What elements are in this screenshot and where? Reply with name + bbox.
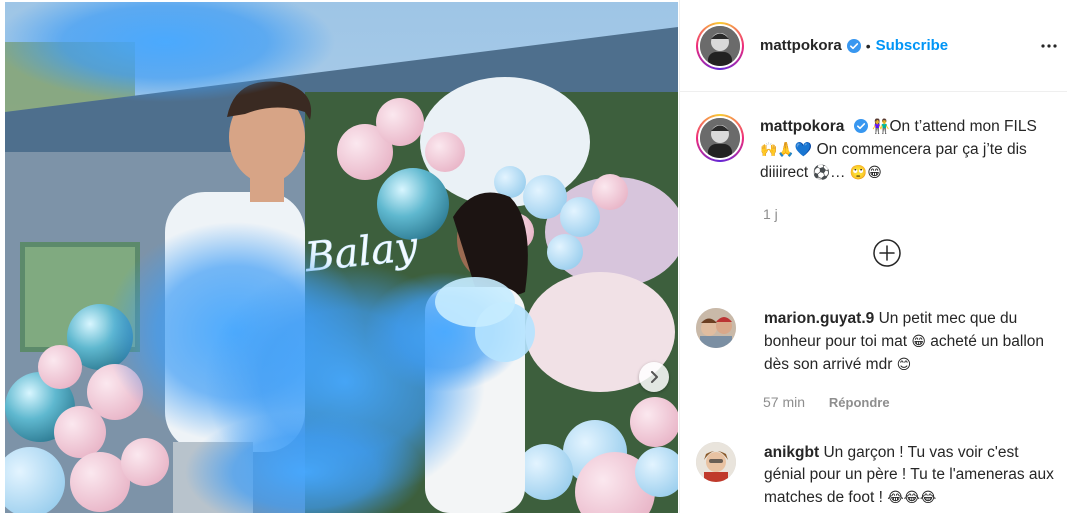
- post-header: mattpokora • Subscribe: [680, 0, 1067, 92]
- comment-emoji-grin: 😁: [911, 333, 926, 349]
- commenter-avatar[interactable]: [696, 442, 736, 482]
- post-photo: Balay: [5, 2, 678, 513]
- post-sidebar: mattpokora • Subscribe mattpokora 👫On t’…: [679, 0, 1067, 513]
- instagram-post-view: Balay mattpokora • Subscribe mattpokora …: [0, 0, 1067, 513]
- caption-emoji-couple: 👫: [872, 118, 890, 134]
- comment-text: anikgbt Un garçon ! Tu vas voir c'est gé…: [764, 442, 1064, 509]
- plus-circle-icon[interactable]: [872, 238, 902, 268]
- reply-button[interactable]: Répondre: [829, 395, 890, 410]
- caption-username[interactable]: mattpokora: [760, 118, 844, 135]
- post-caption: mattpokora 👫On t’attend mon FILS 🙌🙏💙 On …: [680, 92, 1067, 307]
- chevron-right-icon: [651, 371, 658, 383]
- author-username[interactable]: mattpokora: [760, 37, 842, 54]
- caption-emoji-ball: ⚽: [812, 164, 830, 180]
- author-avatar[interactable]: [696, 21, 744, 70]
- post-timestamp[interactable]: 1 j: [763, 206, 778, 222]
- avatar-photo: [696, 308, 736, 348]
- comment-timestamp[interactable]: 57 min: [763, 394, 805, 410]
- comment-meta: 57 min Répondre: [763, 394, 890, 410]
- comment-emoji-laugh: 😂😂😂: [887, 489, 937, 505]
- post-image[interactable]: Balay: [5, 2, 678, 513]
- caption-emoji-hands: 🙌🙏💙: [760, 141, 813, 157]
- caption-author-avatar[interactable]: [696, 114, 744, 162]
- caption-text-part-1: On t’attend mon FILS: [889, 118, 1037, 135]
- next-image-button[interactable]: [639, 362, 669, 392]
- commenter-username[interactable]: anikgbt: [764, 444, 819, 461]
- comment-item: marion.guyat.9 Un petit mec que du bonhe…: [696, 308, 1064, 376]
- avatar-photo: [700, 25, 740, 66]
- commenter-avatar[interactable]: [696, 308, 736, 348]
- avatar-photo: [700, 118, 740, 158]
- verified-badge-icon: [846, 38, 861, 53]
- caption-text-part-3: …: [829, 164, 846, 181]
- caption-text: mattpokora 👫On t’attend mon FILS 🙌🙏💙 On …: [760, 115, 1050, 184]
- commenter-username[interactable]: marion.guyat.9: [764, 310, 874, 327]
- follow-button[interactable]: Subscribe: [876, 37, 949, 54]
- caption-emoji-faces: 🙄😁: [849, 164, 882, 180]
- header-separator: •: [865, 37, 871, 54]
- verified-badge-icon: [853, 119, 868, 133]
- comment-emoji-smile: 😊: [896, 356, 912, 372]
- comment-item: anikgbt Un garçon ! Tu vas voir c'est gé…: [696, 442, 1064, 509]
- avatar-photo: [696, 442, 736, 482]
- comment-text: marion.guyat.9 Un petit mec que du bonhe…: [764, 308, 1064, 376]
- more-options-icon[interactable]: [1041, 38, 1057, 54]
